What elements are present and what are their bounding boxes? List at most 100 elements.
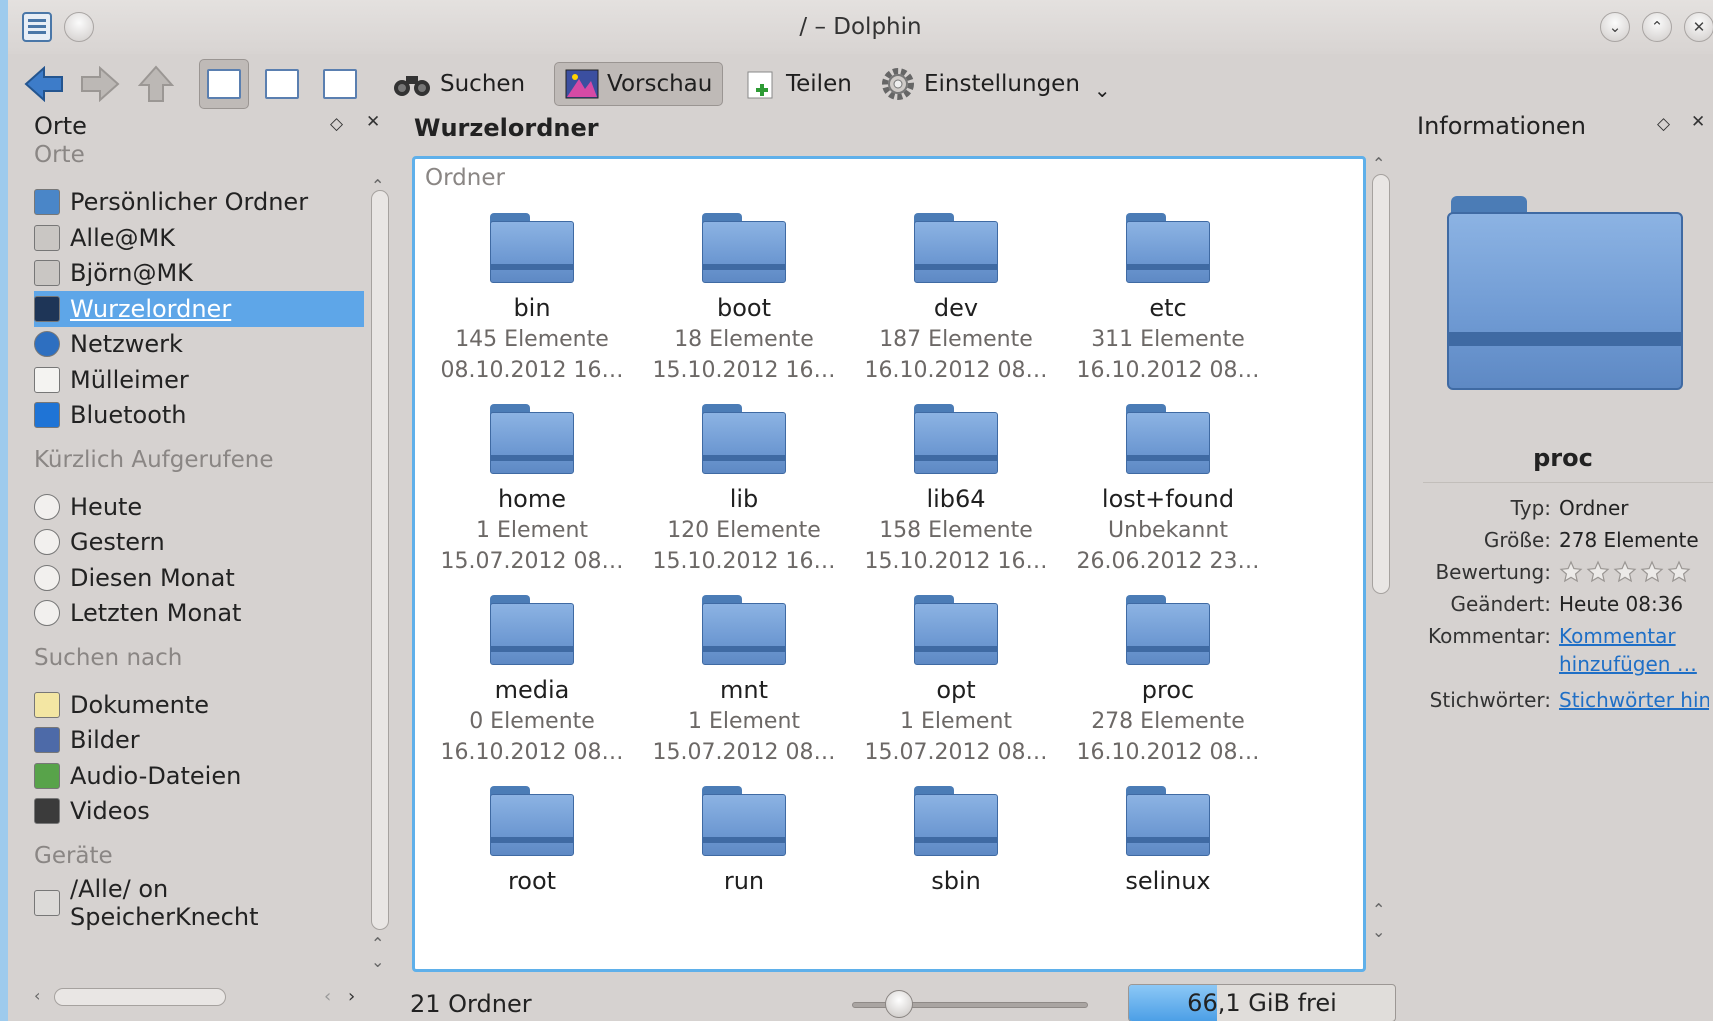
place-item-label: Gestern <box>70 528 165 556</box>
place-item[interactable]: Dokumente <box>34 687 364 723</box>
icons-view-button[interactable] <box>199 59 249 109</box>
scroll-down-icon[interactable]: ⌄ <box>371 952 384 971</box>
place-item[interactable]: Gestern <box>34 524 364 560</box>
place-item[interactable]: /Alle/ on SpeicherKnecht <box>34 875 364 931</box>
folder-item[interactable]: selinux <box>1063 772 1273 897</box>
folder-item[interactable]: run <box>639 772 849 897</box>
free-space-indicator[interactable]: 66,1 GiB frei <box>1128 984 1396 1021</box>
float-panel-icon[interactable]: ◇ <box>330 114 343 134</box>
star-icon[interactable] <box>1613 560 1637 584</box>
file-view[interactable]: Ordner bin 145 Elemente 08.10.2012 16… boot… <box>412 156 1366 972</box>
place-item[interactable]: Wurzelordner <box>34 290 364 327</box>
folder-item[interactable]: sbin <box>851 772 1061 897</box>
folder-name: opt <box>936 676 976 704</box>
star-icon[interactable] <box>1559 560 1583 584</box>
folder-item[interactable]: media 0 Elemente 16.10.2012 08… <box>427 581 637 768</box>
folder-icon <box>702 404 786 474</box>
folder-item[interactable]: mnt 1 Element 15.07.2012 08… <box>639 581 849 768</box>
place-item[interactable]: Bluetooth <box>34 397 364 433</box>
main-scrollbar-handle[interactable] <box>1372 174 1390 594</box>
folder-item[interactable]: lib64 158 Elemente 15.10.2012 16… <box>851 390 1061 577</box>
place-item[interactable]: Heute <box>34 489 364 525</box>
folder-icon <box>702 595 786 665</box>
scroll-left-icon[interactable]: ‹ <box>34 986 40 1005</box>
compact-view-button[interactable] <box>257 59 307 109</box>
places-hscrollbar-handle[interactable] <box>54 988 226 1006</box>
place-item-label: Heute <box>70 492 143 521</box>
share-label: Teilen <box>786 71 852 97</box>
info-row-value[interactable]: Kommentar hinzufügen … <box>1559 622 1699 678</box>
forward-button[interactable] <box>78 62 122 106</box>
folder-item[interactable]: root <box>427 772 637 897</box>
main-vertical-scrollbar[interactable]: ⌃ ⌃ ⌄ <box>1372 154 1390 970</box>
globe-icon <box>34 331 60 357</box>
info-row-key: Bewertung: <box>1435 560 1551 584</box>
back-button[interactable] <box>22 62 66 106</box>
preview-button[interactable]: Vorschau <box>554 62 724 106</box>
places-horizontal-scrollbar[interactable]: ‹ ‹ › <box>34 986 366 1007</box>
folder-icon <box>914 213 998 283</box>
zoom-slider-handle[interactable] <box>885 990 914 1018</box>
scroll-left-icon-2[interactable]: ‹ <box>324 986 331 1007</box>
place-item-label: Netzwerk <box>70 330 183 358</box>
up-button[interactable] <box>134 62 178 106</box>
info-float-panel-icon[interactable]: ◇ <box>1657 114 1670 134</box>
minimize-button[interactable]: ⌄ <box>1600 12 1630 42</box>
folder-modified-date: 26.06.2012 23… <box>1076 549 1260 574</box>
place-item[interactable]: Persönlicher Ordner <box>34 184 364 220</box>
main-scroll-up-icon-2[interactable]: ⌃ <box>1372 900 1385 919</box>
folder-modified-date: 16.10.2012 08… <box>1076 740 1260 765</box>
star-icon[interactable] <box>1640 560 1664 584</box>
star-icon[interactable] <box>1586 560 1610 584</box>
place-item[interactable]: Mülleimer <box>34 362 364 398</box>
close-panel-icon[interactable]: ✕ <box>366 112 380 132</box>
place-item-label: Bluetooth <box>70 401 187 429</box>
info-close-panel-icon[interactable]: ✕ <box>1691 112 1705 132</box>
place-item[interactable]: Alle@MK <box>34 220 364 256</box>
place-item[interactable]: Letzten Monat <box>34 595 364 631</box>
search-button[interactable]: Suchen <box>382 62 535 106</box>
place-item[interactable]: Netzwerk <box>34 326 364 362</box>
place-item[interactable]: Bilder <box>34 722 364 758</box>
folder-item[interactable]: etc 311 Elemente 16.10.2012 08… <box>1063 199 1273 386</box>
details-view-button[interactable] <box>315 59 365 109</box>
folder-name: proc <box>1141 676 1195 704</box>
folder-item-count: 18 Elemente <box>674 327 814 352</box>
settings-button[interactable]: Einstellungen ⌄ <box>870 62 1121 106</box>
folder-item[interactable]: lost+found Unbekannt 26.06.2012 23… <box>1063 390 1273 577</box>
folder-item[interactable]: proc 278 Elemente 16.10.2012 08… <box>1063 581 1273 768</box>
breadcrumb[interactable]: Wurzelordner <box>414 114 599 142</box>
places-scrollbar-handle[interactable] <box>371 190 389 930</box>
share-button[interactable]: Teilen <box>736 62 862 106</box>
folder-name: sbin <box>931 867 981 895</box>
rating-stars[interactable] <box>1559 560 1691 589</box>
chevron-down-icon[interactable]: ⌄ <box>1094 78 1111 102</box>
place-item-label: Persönlicher Ordner <box>70 188 309 216</box>
maximize-button[interactable]: ⌃ <box>1642 12 1672 42</box>
folder-modified-date: 15.07.2012 08… <box>864 740 1048 765</box>
places-vertical-scrollbar[interactable]: ⌃ ⌃ ⌄ <box>371 176 389 1021</box>
place-item[interactable]: Björn@MK <box>34 255 364 291</box>
places-section-header: Suchen nach <box>34 644 183 671</box>
scroll-up-icon-2[interactable]: ⌃ <box>371 934 384 953</box>
place-item-label: Björn@MK <box>70 259 193 287</box>
scroll-right-icon[interactable]: › <box>348 986 355 1007</box>
info-row-key: Typ: <box>1510 496 1551 520</box>
folder-item[interactable]: home 1 Element 15.07.2012 08… <box>427 390 637 577</box>
folder-icon <box>490 595 574 665</box>
place-item[interactable]: Videos <box>34 793 364 829</box>
folder-icon <box>914 595 998 665</box>
folder-item[interactable]: dev 187 Elemente 16.10.2012 08… <box>851 199 1061 386</box>
place-item[interactable]: Audio-Dateien <box>34 758 364 794</box>
place-item[interactable]: Diesen Monat <box>34 560 364 596</box>
main-scroll-down-icon[interactable]: ⌄ <box>1372 922 1385 941</box>
folder-item[interactable]: bin 145 Elemente 08.10.2012 16… <box>427 199 637 386</box>
folder-item[interactable]: boot 18 Elemente 15.10.2012 16… <box>639 199 849 386</box>
folder-item[interactable]: opt 1 Element 15.07.2012 08… <box>851 581 1061 768</box>
main-scroll-up-icon[interactable]: ⌃ <box>1372 154 1385 173</box>
info-row-value[interactable]: Stichwörter hinzufügen <box>1559 688 1709 712</box>
folder-item[interactable]: lib 120 Elemente 15.10.2012 16… <box>639 390 849 577</box>
star-icon[interactable] <box>1667 560 1691 584</box>
title-bar[interactable]: / – Dolphin ⌄ ⌃ ✕ <box>8 0 1713 54</box>
close-button[interactable]: ✕ <box>1684 12 1713 42</box>
